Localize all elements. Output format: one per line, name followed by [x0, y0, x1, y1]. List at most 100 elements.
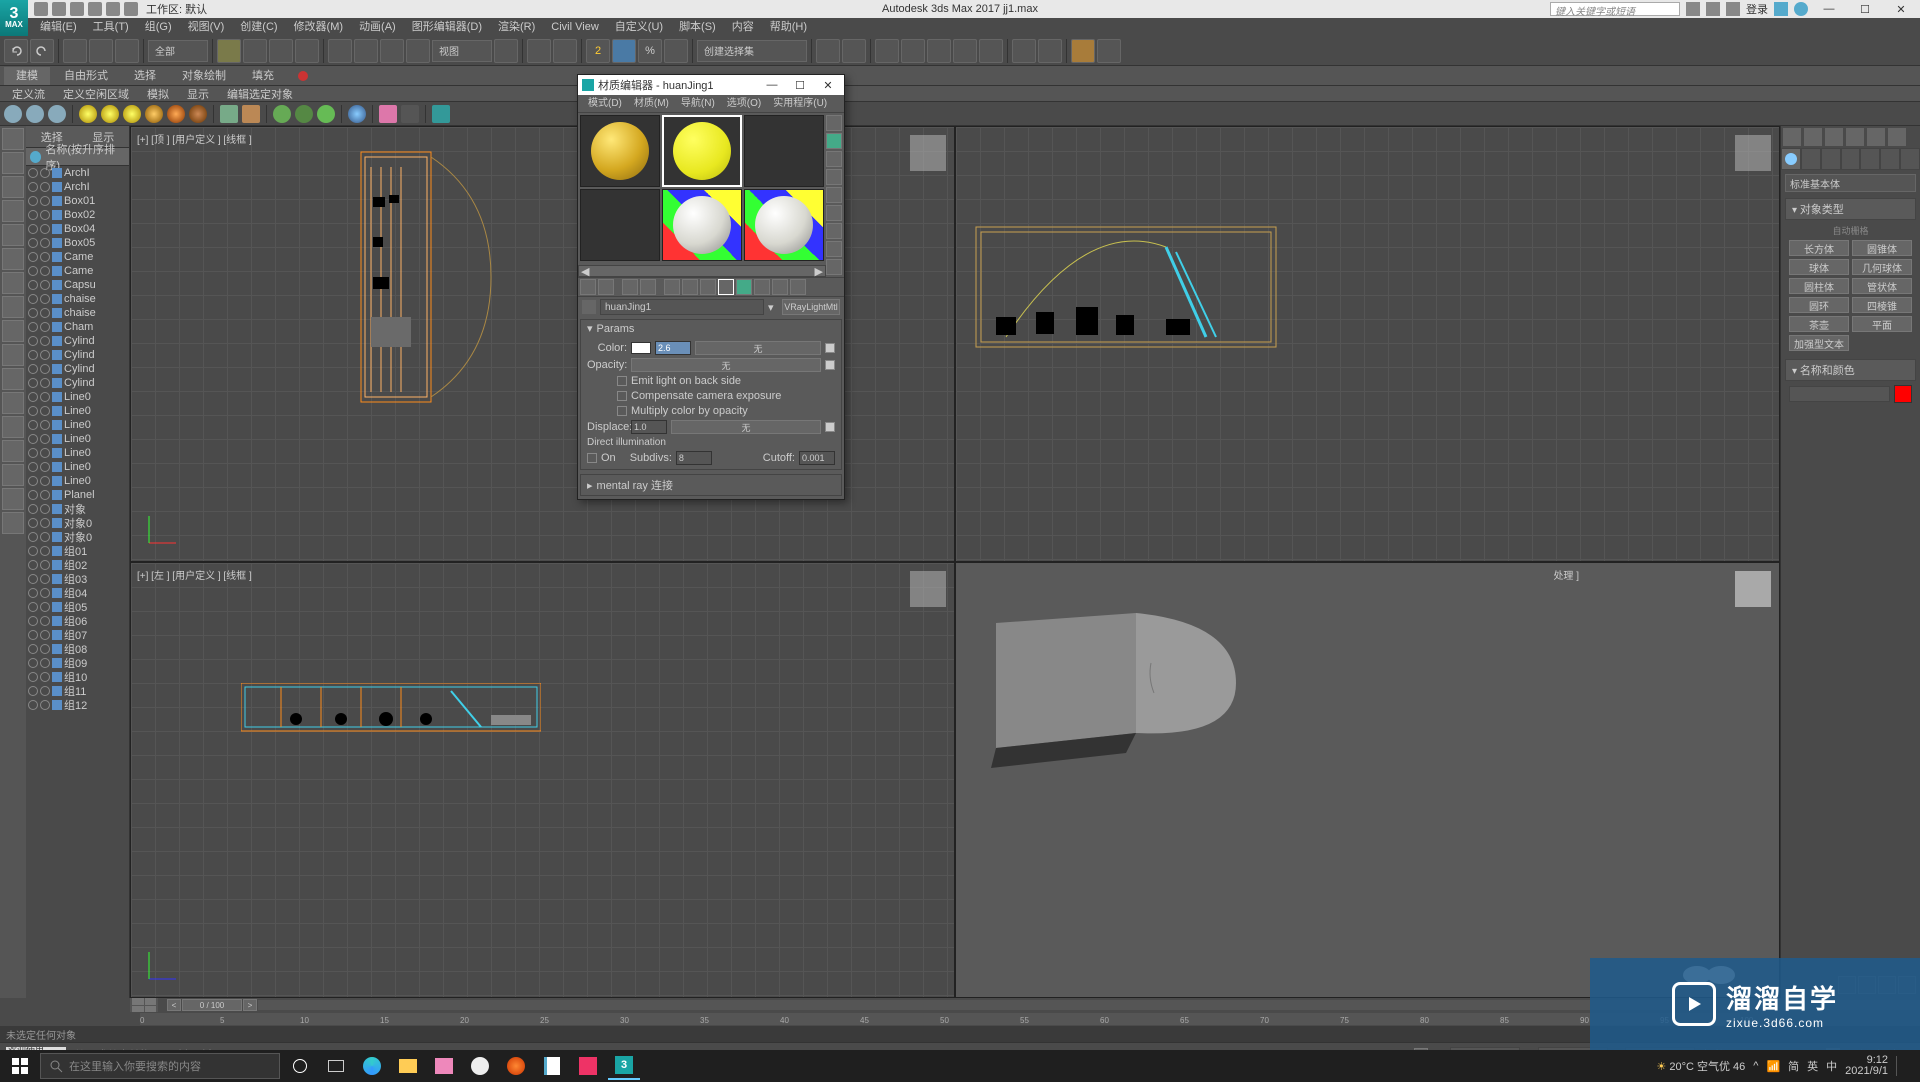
pink-icon[interactable] [379, 105, 397, 123]
scene-item[interactable]: Cylind [26, 376, 129, 390]
cp-icon-4[interactable] [1846, 128, 1864, 146]
minimize-button[interactable]: — [1814, 1, 1844, 17]
mat-slot-2[interactable] [662, 115, 742, 187]
task-explorer[interactable] [392, 1052, 424, 1080]
time-prev-button[interactable]: < [167, 999, 181, 1011]
mat-slot-4[interactable] [580, 189, 660, 261]
se-tool-12[interactable] [2, 392, 24, 414]
scene-item[interactable]: Line0 [26, 404, 129, 418]
opacity-map-button[interactable]: 无 [631, 358, 821, 372]
scene-item[interactable]: 组02 [26, 558, 129, 572]
cp-icon-2[interactable] [1804, 128, 1822, 146]
plant1-icon[interactable] [273, 105, 291, 123]
se-tool-9[interactable] [2, 320, 24, 342]
btn-tube[interactable]: 管状体 [1852, 278, 1912, 294]
time-slider-handle[interactable]: 0 / 100 [182, 999, 242, 1011]
mat-tb-3[interactable] [622, 279, 638, 295]
rollout-object-type[interactable]: ▾ 对象类型 [1785, 198, 1916, 220]
select-rect-button[interactable] [269, 39, 293, 63]
task-app2[interactable] [572, 1052, 604, 1080]
cp-tab-helpers[interactable] [1860, 148, 1880, 170]
tray-ime-lang[interactable]: 简 [1788, 1058, 1799, 1074]
scene-item[interactable]: Came [26, 264, 129, 278]
viewcube-persp[interactable] [1735, 571, 1771, 607]
mat-menu-util[interactable]: 实用程序(U) [767, 95, 833, 112]
task-3dsmax[interactable]: 3 [608, 1052, 640, 1080]
se-tool-2[interactable] [2, 152, 24, 174]
btn-geosphere[interactable]: 几何球体 [1852, 259, 1912, 275]
cp-icon-3[interactable] [1825, 128, 1843, 146]
record-icon[interactable] [298, 71, 308, 81]
color-multiplier-input[interactable]: 2.6 [655, 341, 691, 355]
light3-icon[interactable] [123, 105, 141, 123]
displace-input[interactable]: 1.0 [631, 420, 667, 434]
ribbon-tab-freeform[interactable]: 自由形式 [52, 67, 120, 85]
scene-item[interactable]: 组10 [26, 670, 129, 684]
cp-tab-space[interactable] [1880, 148, 1900, 170]
time-next-button[interactable]: > [243, 999, 257, 1011]
scene-item[interactable]: Cylind [26, 348, 129, 362]
scene-item[interactable]: chaise [26, 292, 129, 306]
pick-material-icon[interactable] [582, 300, 596, 314]
obj1-icon[interactable] [220, 105, 238, 123]
se-tool-10[interactable] [2, 344, 24, 366]
scene-item[interactable]: 组11 [26, 684, 129, 698]
color-map-checkbox[interactable] [825, 343, 835, 353]
snap-percent-button[interactable]: % [638, 39, 662, 63]
infocenter-icon[interactable] [1686, 2, 1700, 16]
mat-tb-4[interactable] [640, 279, 656, 295]
ribbon-tab-select[interactable]: 选择 [122, 67, 168, 85]
scene-item[interactable]: 组03 [26, 572, 129, 586]
scene-item[interactable]: 组05 [26, 600, 129, 614]
tray-clock[interactable]: 9:12 2021/9/1 [1845, 1055, 1888, 1077]
bind-button[interactable] [115, 39, 139, 63]
mat-side-8[interactable] [826, 241, 842, 257]
menu-content[interactable]: 内容 [724, 18, 762, 36]
scene-item[interactable]: chaise [26, 306, 129, 320]
move-button[interactable] [328, 39, 352, 63]
btn-cone[interactable]: 圆锥体 [1852, 240, 1912, 256]
workspace-selector[interactable]: 工作区: 默认 [146, 1, 207, 17]
scene-item[interactable]: 对象 [26, 502, 129, 516]
named-selection-combo[interactable]: 创建选择集 [697, 40, 807, 62]
qat-open-icon[interactable] [52, 2, 66, 16]
se-tool-17[interactable] [2, 512, 24, 534]
rotate-button[interactable] [354, 39, 378, 63]
viewport-front[interactable] [955, 126, 1780, 562]
scene-item[interactable]: Box02 [26, 208, 129, 222]
placement-button[interactable] [406, 39, 430, 63]
se-tool-3[interactable] [2, 176, 24, 198]
se-tool-13[interactable] [2, 416, 24, 438]
star-icon[interactable] [1706, 2, 1720, 16]
mat-menu-opt[interactable]: 选项(O) [721, 95, 767, 112]
btn-pyramid[interactable]: 四棱锥 [1852, 297, 1912, 313]
mat-tb-2[interactable] [598, 279, 614, 295]
menu-render[interactable]: 渲染(R) [490, 18, 543, 36]
snap-angle-button[interactable] [612, 39, 636, 63]
mat-tb-10[interactable] [754, 279, 770, 295]
mult-opacity-checkbox[interactable] [617, 406, 627, 416]
mat-menu-material[interactable]: 材质(M) [628, 95, 675, 112]
se-tool-7[interactable] [2, 272, 24, 294]
sun-icon[interactable] [26, 105, 44, 123]
menu-graph[interactable]: 图形编辑器(D) [404, 18, 490, 36]
btn-cylinder[interactable]: 圆柱体 [1789, 278, 1849, 294]
scene-item[interactable]: Cylind [26, 362, 129, 376]
viewport-left[interactable]: [+] [左 ] [用户定义 ] [线框 ] [130, 562, 955, 998]
material-editor-button[interactable] [979, 39, 1003, 63]
render-cloud-button[interactable] [1097, 39, 1121, 63]
scene-item[interactable]: Cylind [26, 334, 129, 348]
mat-tb-11[interactable] [772, 279, 788, 295]
displace-map-button[interactable]: 无 [671, 420, 821, 434]
help-icon[interactable] [1794, 2, 1808, 16]
se-tool-16[interactable] [2, 488, 24, 510]
select-name-button[interactable] [243, 39, 267, 63]
mirror-button[interactable] [816, 39, 840, 63]
cp-tab-lights[interactable] [1821, 148, 1841, 170]
redo-button[interactable] [30, 39, 54, 63]
curve-editor-button[interactable] [927, 39, 951, 63]
toggle-ribbon-button[interactable] [901, 39, 925, 63]
mat-menu-mode[interactable]: 模式(D) [582, 95, 628, 112]
qat-save-icon[interactable] [70, 2, 84, 16]
viewcube-front[interactable] [1735, 135, 1771, 171]
